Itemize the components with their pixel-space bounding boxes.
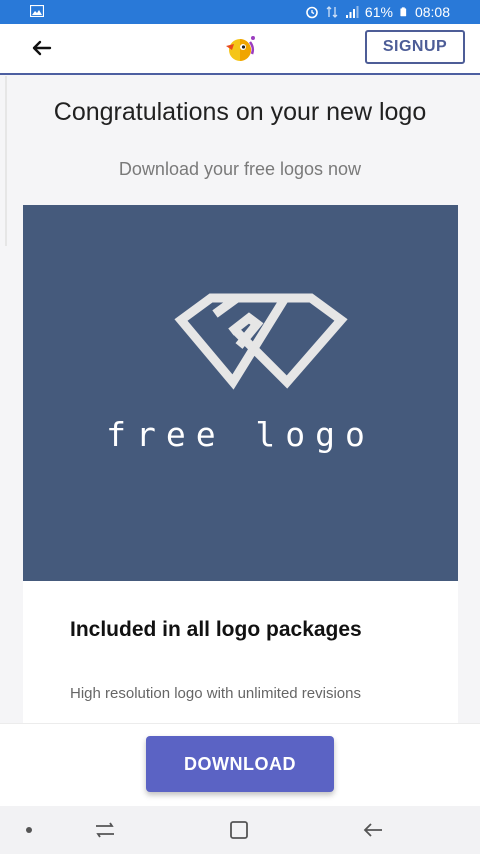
bird-logo-icon[interactable] bbox=[222, 32, 258, 64]
download-button[interactable]: DOWNLOAD bbox=[146, 736, 334, 792]
package-description: High resolution logo with unlimited revi… bbox=[70, 685, 361, 702]
page-title: Congratulations on your new logo bbox=[53, 98, 427, 126]
main-content[interactable]: Congratulations on your new logo Downloa… bbox=[0, 75, 480, 723]
page-subtitle: Download your free logos now bbox=[118, 159, 362, 179]
recent-apps-icon[interactable] bbox=[92, 818, 118, 842]
back-nav-icon[interactable] bbox=[360, 818, 386, 842]
bottom-action-bar: DOWNLOAD bbox=[0, 723, 480, 807]
app-bar: SIGNUP bbox=[0, 24, 480, 75]
home-icon[interactable] bbox=[226, 818, 252, 842]
logo-wordmark: free logo bbox=[106, 415, 375, 454]
logo-preview: free logo bbox=[23, 205, 458, 581]
signup-button[interactable]: SIGNUP bbox=[365, 30, 465, 64]
data-transfer-icon bbox=[326, 6, 338, 18]
alarm-icon bbox=[306, 6, 318, 19]
system-nav-bar bbox=[0, 806, 480, 854]
diamond-logo-icon bbox=[174, 293, 348, 390]
scroll-edge-indicator bbox=[5, 76, 7, 246]
clock: 08:08 bbox=[414, 4, 450, 20]
status-bar: 61% 08:08 bbox=[0, 0, 480, 24]
battery-percent: 61% bbox=[364, 4, 393, 20]
signal-icon bbox=[345, 6, 359, 18]
status-bar-right: 61% 08:08 bbox=[305, 4, 450, 20]
nav-dot-icon[interactable] bbox=[16, 818, 42, 842]
back-arrow-icon[interactable] bbox=[26, 34, 58, 62]
package-title: Included in all logo packages bbox=[70, 618, 362, 641]
gallery-notification-icon bbox=[30, 5, 44, 17]
package-card: Included in all logo packages High resol… bbox=[23, 581, 458, 723]
battery-icon bbox=[400, 7, 407, 17]
